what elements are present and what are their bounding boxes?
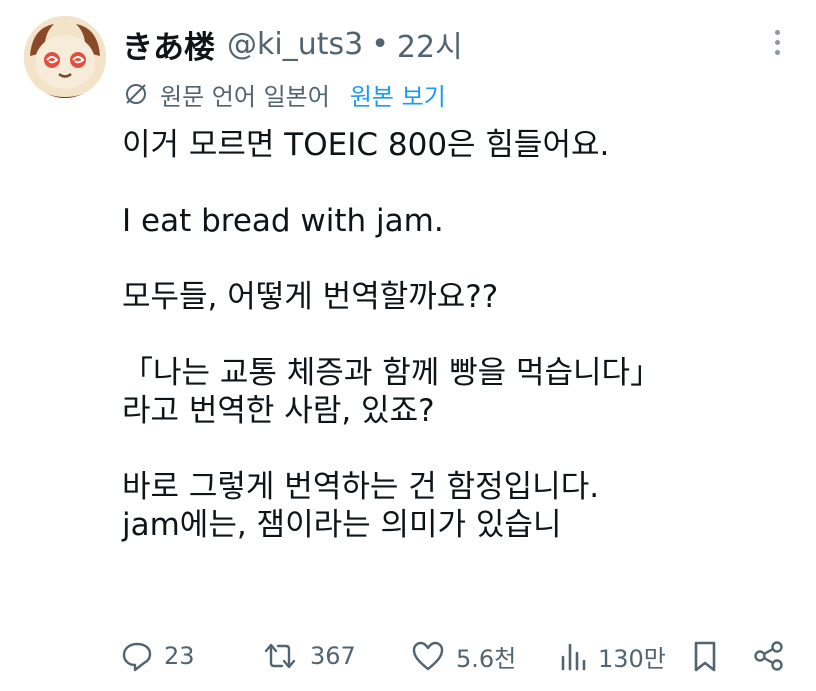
view-original-link[interactable]: 원본 보기 bbox=[350, 77, 446, 112]
body-line: 이거 모르면 TOEIC 800은 힘들어요. bbox=[122, 127, 610, 163]
body-line: I eat bread with jam. bbox=[122, 203, 444, 239]
reply-button[interactable]: 23 bbox=[120, 634, 195, 678]
views-icon bbox=[561, 643, 586, 671]
share-icon bbox=[754, 641, 783, 671]
body-line: jam에는, 잼이라는 의미가 있습니 bbox=[122, 507, 562, 543]
display-name[interactable]: きあ楼 bbox=[122, 22, 215, 67]
separator-dot: • bbox=[371, 26, 389, 62]
reply-icon bbox=[122, 642, 152, 672]
bookmark-button[interactable] bbox=[690, 634, 720, 678]
like-button[interactable]: 5.6천 bbox=[410, 634, 516, 678]
reply-count: 23 bbox=[164, 642, 195, 670]
like-count: 5.6천 bbox=[456, 644, 517, 673]
heart-icon bbox=[412, 641, 444, 671]
tweet[interactable]: きあ楼 @ki_uts3 • 22시 원문 언어 일본어 원본 보기 이거 모르… bbox=[0, 0, 816, 691]
avatar-image bbox=[24, 16, 106, 98]
more-vertical-icon[interactable] bbox=[772, 30, 782, 60]
bookmark-icon bbox=[694, 641, 716, 672]
view-count: 130만 bbox=[598, 644, 666, 673]
body-line: 바로 그렇게 번역하는 건 함정입니다. bbox=[122, 469, 600, 505]
avatar[interactable] bbox=[24, 16, 106, 98]
timestamp[interactable]: 22시 bbox=[397, 22, 463, 66]
body-line: 모두들, 어떻게 번역할까요?? bbox=[122, 279, 499, 315]
body-line: 「나는 교통 체증과 함께 빵을 먹습니다」 bbox=[122, 355, 662, 391]
retweet-count: 367 bbox=[310, 642, 356, 670]
handle[interactable]: @ki_uts3 bbox=[227, 27, 363, 62]
translate-icon bbox=[126, 84, 146, 104]
tweet-header: きあ楼 @ki_uts3 • 22시 bbox=[122, 22, 463, 66]
action-bar: 23 367 5.6천 130만 bbox=[120, 634, 796, 678]
retweet-icon bbox=[264, 643, 296, 669]
tweet-body: 이거 모르면 TOEIC 800은 힘들어요. I eat bread with… bbox=[122, 126, 792, 544]
views-button[interactable]: 130만 bbox=[558, 634, 666, 678]
retweet-button[interactable]: 367 bbox=[260, 634, 356, 678]
body-line: 라고 번역한 사람, 있죠? bbox=[122, 393, 435, 429]
source-language-note: 원문 언어 일본어 bbox=[160, 82, 330, 111]
translation-row: 원문 언어 일본어 원본 보기 bbox=[122, 76, 446, 112]
share-button[interactable] bbox=[752, 634, 786, 678]
